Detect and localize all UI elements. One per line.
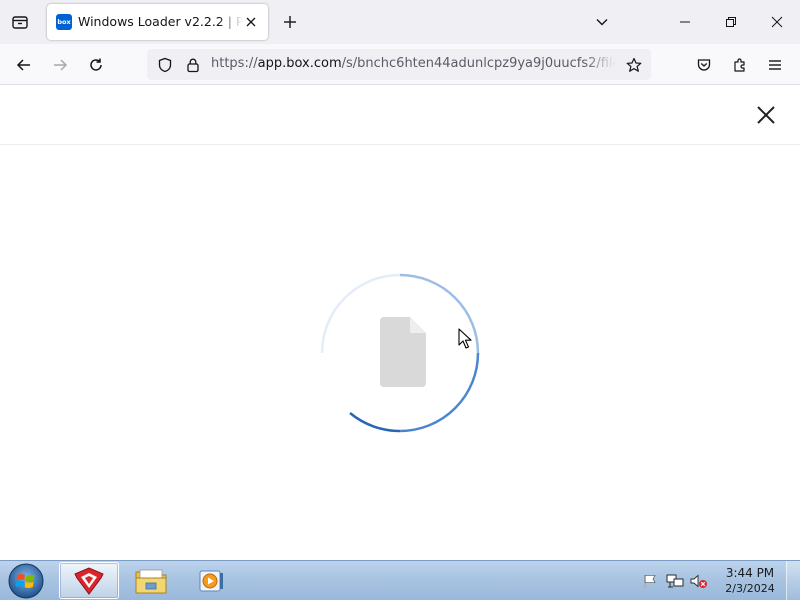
show-desktop-button[interactable] [786, 561, 800, 601]
list-all-tabs-button[interactable] [590, 10, 614, 34]
url-text[interactable]: https://app.box.com/s/bnchc6hten44adunlc… [211, 56, 616, 74]
red-shield-app-icon [74, 566, 104, 595]
minimize-icon [680, 21, 690, 23]
url-scheme: https:// [211, 56, 258, 71]
reload-icon [90, 58, 102, 71]
taskbar-clock[interactable]: 3:44 PM 2/3/2024 [716, 566, 784, 598]
url-path: /s/bnchc6hten44adunlcpz9ya9j0uucfs2/file… [341, 56, 616, 71]
tracking-protection-shield-icon[interactable] [156, 56, 174, 74]
close-icon [757, 106, 775, 124]
new-tab-button[interactable] [278, 10, 302, 34]
tab-strip: box Windows Loader v2.2.2 | Powered by B… [0, 0, 800, 44]
page-content [0, 85, 800, 560]
firefox-view-icon [12, 16, 28, 29]
preview-close-button[interactable] [752, 101, 780, 129]
tab-close-button[interactable] [243, 14, 259, 30]
url-host: app.box.com [257, 56, 342, 71]
network-icon[interactable] [666, 572, 684, 590]
taskbar-file-explorer[interactable] [121, 562, 181, 599]
restore-button[interactable] [708, 0, 754, 44]
volume-muted-icon[interactable] [690, 572, 708, 590]
close-icon [246, 17, 256, 27]
clock-date: 2/3/2024 [725, 582, 775, 595]
clock-time: 3:44 PM [725, 566, 775, 580]
navigation-toolbar: https://app.box.com/s/bnchc6hten44adunlc… [0, 44, 800, 85]
file-icon [380, 317, 426, 387]
taskbar-media-player[interactable] [181, 562, 241, 599]
action-center-flag-icon[interactable] [641, 572, 659, 590]
minimize-button[interactable] [662, 0, 708, 44]
pocket-icon [697, 59, 711, 71]
restore-icon [726, 17, 736, 27]
extensions-button[interactable] [726, 51, 754, 79]
taskbar-browser-app[interactable] [59, 562, 119, 599]
media-player-icon [199, 570, 223, 591]
chevron-down-icon [596, 19, 608, 26]
loading-spinner [320, 273, 480, 433]
pocket-button[interactable] [690, 51, 718, 79]
folder-icon [135, 569, 167, 593]
forward-button[interactable] [46, 51, 74, 79]
windows-logo-icon [8, 563, 44, 599]
arrow-left-icon [16, 59, 30, 71]
hamburger-menu-icon [769, 60, 781, 70]
plus-icon [284, 16, 296, 28]
address-bar[interactable]: https://app.box.com/s/bnchc6hten44adunlc… [147, 49, 651, 80]
app-menu-button[interactable] [761, 51, 789, 79]
window-close-button[interactable] [754, 0, 800, 44]
firefox-view-button[interactable] [8, 10, 32, 34]
spinner-arc-tail [349, 412, 401, 433]
browser-tab-active[interactable]: box Windows Loader v2.2.2 | Powered by B… [47, 4, 268, 40]
tab-title: Windows Loader v2.2.2 | Powered by Box [78, 14, 243, 29]
start-button[interactable] [6, 562, 46, 600]
preview-header [0, 85, 800, 145]
windows-taskbar: 3:44 PM 2/3/2024 [0, 560, 800, 601]
box-favicon-icon: box [56, 14, 72, 30]
bookmark-star-icon[interactable] [625, 56, 643, 74]
reload-button[interactable] [82, 51, 110, 79]
puzzle-piece-icon [734, 58, 745, 72]
back-button[interactable] [10, 51, 38, 79]
arrow-right-icon [54, 59, 68, 71]
close-icon [771, 16, 783, 28]
mouse-cursor-icon [458, 328, 472, 349]
lock-icon[interactable] [184, 56, 202, 74]
